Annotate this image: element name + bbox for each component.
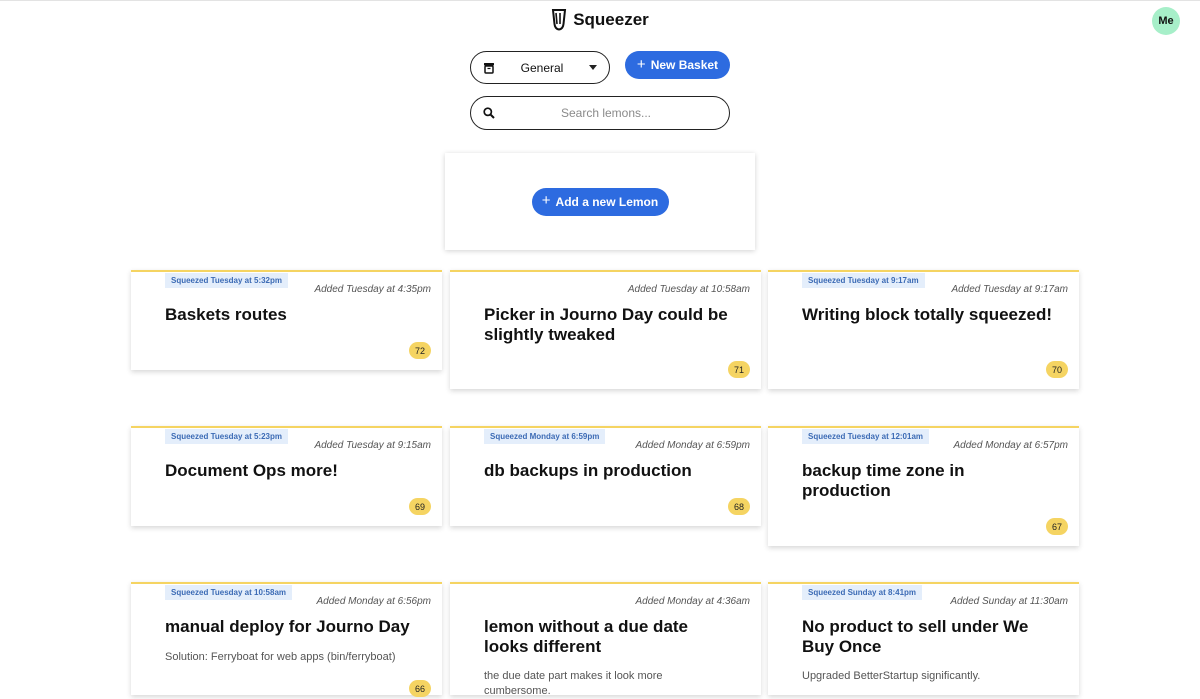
add-lemon-button[interactable]: + Add a new Lemon <box>531 187 669 216</box>
lemon-title: backup time zone in production <box>802 461 965 500</box>
search-input[interactable] <box>495 105 717 121</box>
lemon-card[interactable]: Squeezed Tuesday at 9:17am Added Tuesday… <box>768 270 1079 389</box>
lemon-card[interactable]: Squeezed Tuesday at 12:01am Added Monday… <box>768 426 1079 546</box>
lemon-title: Baskets routes <box>165 305 287 324</box>
avatar-label: Me <box>1158 15 1174 27</box>
add-lemon-panel: + Add a new Lemon <box>445 153 755 250</box>
lemon-card[interactable]: Squeezed Tuesday at 5:32pm Added Tuesday… <box>131 270 442 370</box>
avatar[interactable]: Me <box>1152 7 1180 35</box>
app-name: Squeezer <box>573 10 649 29</box>
basket-icon <box>484 62 494 74</box>
score-badge: 72 <box>409 342 431 359</box>
lemon-title: No product to sell under We Buy Once <box>802 617 1029 656</box>
basket-select-value: General <box>520 60 564 75</box>
squeezed-tag: Squeezed Tuesday at 10:58am <box>165 585 293 600</box>
score-badge: 68 <box>728 498 750 515</box>
new-basket-label: New Basket <box>650 58 719 72</box>
plus-icon: + <box>636 55 646 73</box>
added-date: Added Monday at 6:59pm <box>635 440 750 451</box>
added-date: Added Tuesday at 9:17am <box>951 284 1068 295</box>
lemon-card[interactable]: Squeezed Monday at 6:59pm Added Monday a… <box>450 426 761 526</box>
chevron-down-icon <box>589 65 597 70</box>
add-lemon-label: Add a new Lemon <box>555 194 659 209</box>
lemon-description: the due date part makes it look more cum… <box>484 670 663 697</box>
added-date: Added Monday at 6:56pm <box>316 596 431 607</box>
squeezed-tag: Squeezed Tuesday at 9:17am <box>802 273 925 288</box>
lemon-description: Solution: Ferryboat for web apps (bin/fe… <box>165 651 396 663</box>
search-box[interactable] <box>470 96 730 130</box>
lemon-title: manual deploy for Journo Day <box>165 617 410 636</box>
score-badge: 67 <box>1046 518 1068 535</box>
score-badge: 70 <box>1046 361 1068 378</box>
added-date: Added Monday at 6:57pm <box>953 440 1068 451</box>
lemon-card[interactable]: Added Monday at 4:36am lemon without a d… <box>450 582 761 697</box>
lemon-title: Writing block totally squeezed! <box>802 305 1052 324</box>
added-date: Added Sunday at 11:30am <box>950 596 1068 607</box>
score-badge: 69 <box>409 498 431 515</box>
lemon-card[interactable]: Squeezed Sunday at 8:41pm Added Sunday a… <box>768 582 1079 695</box>
lemon-title: Picker in Journo Day could be slightly t… <box>484 305 728 344</box>
app-logo[interactable]: Squeezer <box>0 9 1200 31</box>
plus-icon: + <box>541 192 551 209</box>
score-badge: 66 <box>409 680 431 697</box>
lemon-description: Upgraded BetterStartup significantly. <box>802 670 981 682</box>
added-date: Added Monday at 4:36am <box>635 596 750 607</box>
search-icon <box>483 107 495 119</box>
lemon-card[interactable]: Squeezed Tuesday at 10:58am Added Monday… <box>131 582 442 697</box>
score-badge: 71 <box>728 361 750 378</box>
squeezed-tag: Squeezed Sunday at 8:41pm <box>802 585 923 600</box>
added-date: Added Tuesday at 9:15am <box>314 440 431 451</box>
lemon-card[interactable]: Added Tuesday at 10:58am Picker in Journ… <box>450 270 761 389</box>
squeezed-tag: Squeezed Tuesday at 5:32pm <box>165 273 288 288</box>
new-basket-button[interactable]: + New Basket <box>625 51 730 79</box>
added-date: Added Tuesday at 10:58am <box>627 284 750 295</box>
basket-select[interactable]: General <box>470 51 610 84</box>
squeezed-tag: Squeezed Tuesday at 12:01am <box>802 429 930 444</box>
lemon-title: db backups in production <box>484 461 692 480</box>
added-date: Added Tuesday at 4:35pm <box>314 284 431 295</box>
squeezed-tag: Squeezed Tuesday at 5:23pm <box>165 429 288 444</box>
lemon-card[interactable]: Squeezed Tuesday at 5:23pm Added Tuesday… <box>131 426 442 526</box>
lemon-title: lemon without a due date looks different <box>484 617 689 656</box>
squeezed-tag: Squeezed Monday at 6:59pm <box>484 429 606 444</box>
lemon-title: Document Ops more! <box>165 461 338 480</box>
squeezer-logo-icon <box>552 9 567 31</box>
